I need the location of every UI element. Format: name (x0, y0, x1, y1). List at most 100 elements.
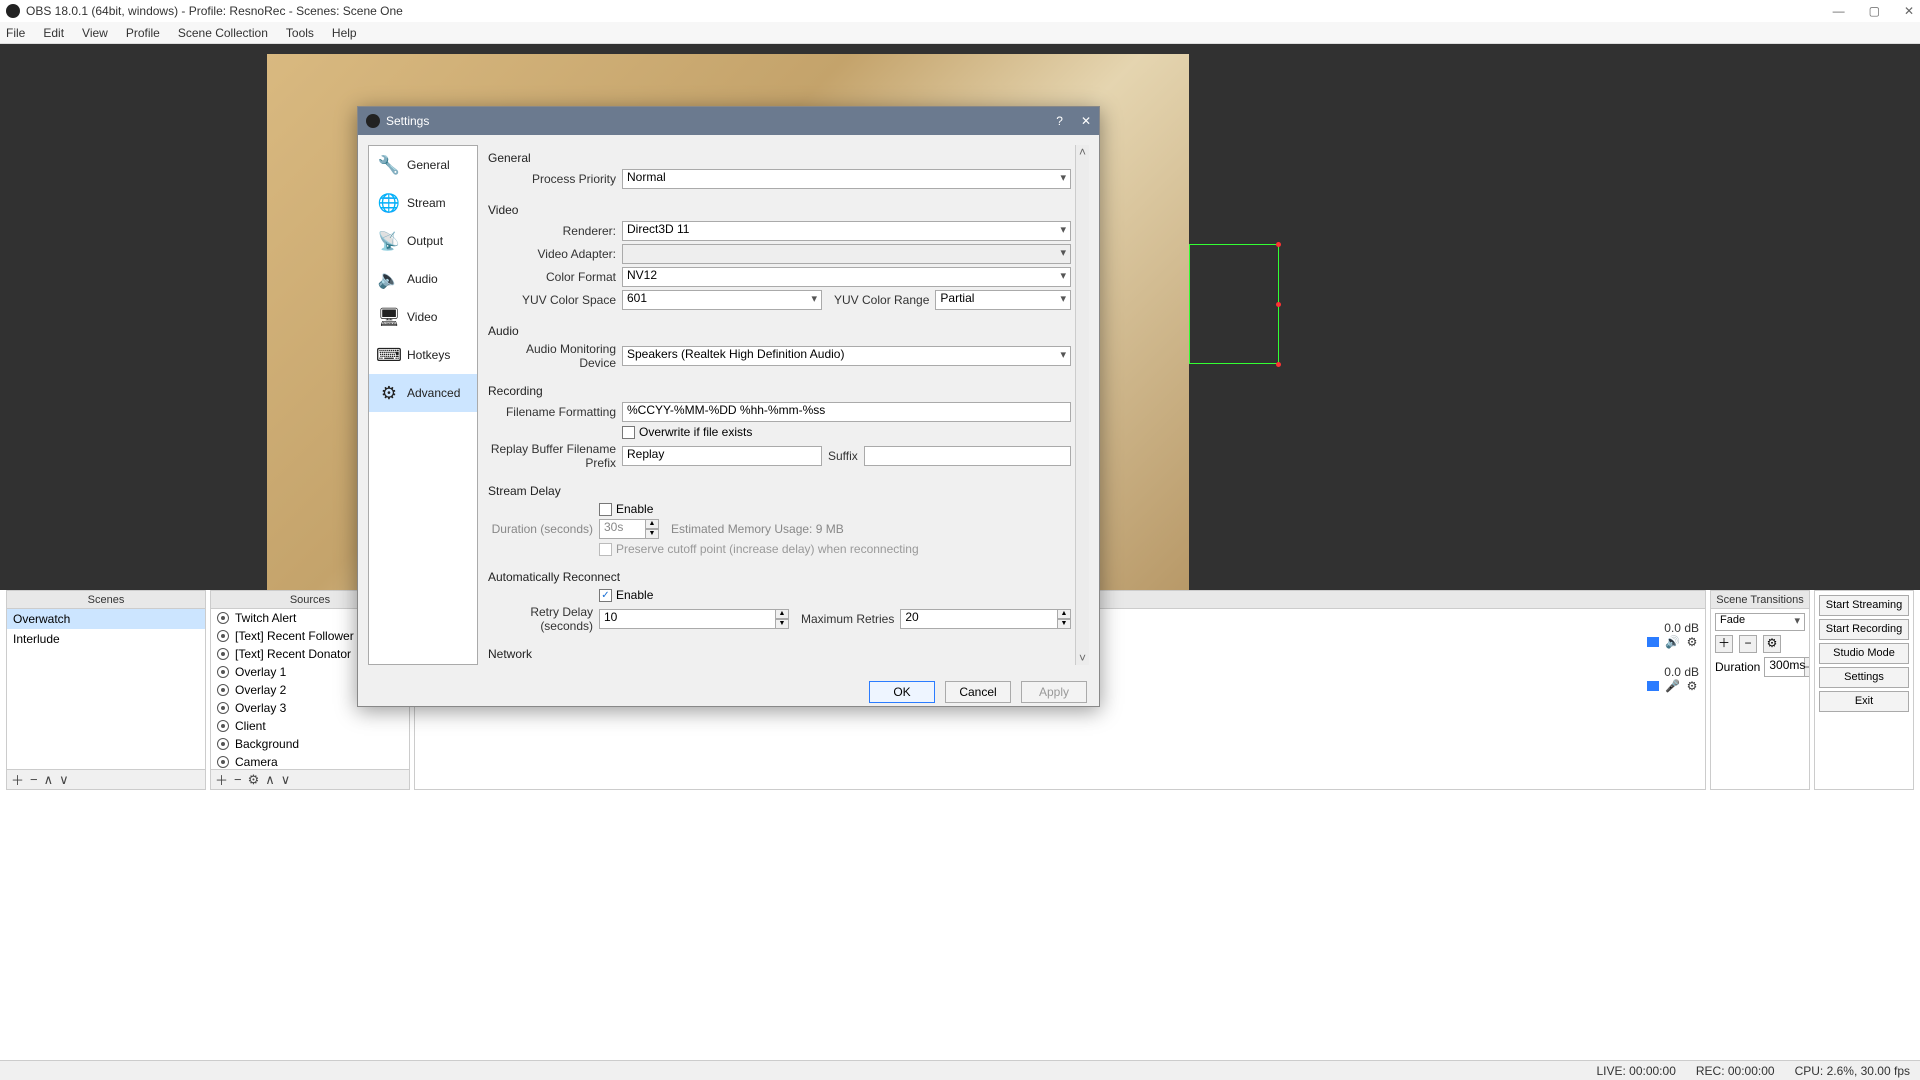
speaker-icon[interactable]: 🔊 (1665, 635, 1679, 649)
general-icon: 🔧 (375, 151, 403, 179)
sidebar-item-output[interactable]: 📡Output (369, 222, 477, 260)
transition-settings-icon[interactable]: ⚙ (1763, 635, 1781, 653)
stream-icon: 🌐 (375, 189, 403, 217)
color-format-combo[interactable]: NV12 (622, 267, 1071, 287)
delay-enable-checkbox[interactable]: Enable (599, 502, 653, 516)
mixer-channel: 🔊 ⚙ (1647, 635, 1699, 649)
menu-view[interactable]: View (82, 26, 108, 40)
spin-up-icon[interactable]: ▲ (775, 609, 789, 619)
app-logo-icon (6, 4, 20, 18)
replay-prefix-label: Replay Buffer Filename Prefix (488, 442, 616, 470)
titlebar: OBS 18.0.1 (64bit, windows) - Profile: R… (0, 0, 1920, 22)
process-priority-combo[interactable]: Normal (622, 169, 1071, 189)
sidebar-item-advanced[interactable]: ⚙Advanced (369, 374, 477, 412)
sidebar-item-audio[interactable]: 🔈Audio (369, 260, 477, 298)
menu-profile[interactable]: Profile (126, 26, 160, 40)
sidebar-item-hotkeys[interactable]: ⌨Hotkeys (369, 336, 477, 374)
gear-icon[interactable]: ⚙ (1685, 679, 1699, 693)
delay-duration-label: Duration (seconds) (488, 522, 593, 536)
minimize-icon[interactable]: — (1833, 4, 1845, 18)
menu-tools[interactable]: Tools (286, 26, 314, 40)
sidebar-item-stream[interactable]: 🌐Stream (369, 184, 477, 222)
gear-icon[interactable]: ⚙ (1685, 635, 1699, 649)
scroll-down-icon[interactable]: ˅ (1079, 651, 1086, 665)
selection-handle[interactable] (1276, 242, 1281, 247)
volume-bar-icon[interactable] (1647, 681, 1659, 691)
visibility-icon[interactable] (217, 702, 229, 714)
source-item[interactable]: Camera (211, 753, 409, 769)
max-retries-label: Maximum Retries (801, 612, 894, 626)
remove-transition-icon[interactable]: − (1739, 635, 1757, 653)
mixer-channel: 0.0 dB (1639, 621, 1699, 635)
menu-file[interactable]: File (6, 26, 25, 40)
yuv-range-combo[interactable]: Partial (935, 290, 1071, 310)
duration-input[interactable]: 300ms (1764, 657, 1804, 677)
replay-prefix-input[interactable]: Replay (622, 446, 822, 466)
start-streaming-button[interactable]: Start Streaming (1819, 595, 1909, 616)
ok-button[interactable]: OK (869, 681, 935, 703)
scene-item[interactable]: Overwatch (7, 609, 205, 629)
mixer-channel: 🎤 ⚙ (1647, 679, 1699, 693)
settings-button[interactable]: Settings (1819, 667, 1909, 688)
yuv-space-combo[interactable]: 601 (622, 290, 822, 310)
move-down-icon[interactable]: ∨ (59, 772, 69, 788)
studio-mode-button[interactable]: Studio Mode (1819, 643, 1909, 664)
settings-scroll-area[interactable]: General Process Priority Normal Video Re… (488, 145, 1075, 665)
selection-handle[interactable] (1276, 362, 1281, 367)
add-source-icon[interactable]: ＋ (215, 770, 228, 789)
source-item[interactable]: Client (211, 717, 409, 735)
visibility-icon[interactable] (217, 738, 229, 750)
move-down-icon[interactable]: ∨ (281, 772, 291, 788)
dialog-titlebar[interactable]: Settings ? ✕ (358, 107, 1099, 135)
source-item[interactable]: Background (211, 735, 409, 753)
reconnect-enable-checkbox[interactable]: ✓Enable (599, 588, 653, 602)
remove-source-icon[interactable]: − (234, 772, 242, 787)
mic-mute-icon[interactable]: 🎤 (1665, 679, 1679, 693)
overwrite-checkbox[interactable]: Overwrite if file exists (622, 425, 752, 439)
visibility-icon[interactable] (217, 756, 229, 768)
mixer-channel: 0.0 dB (1639, 665, 1699, 679)
spin-down-icon[interactable]: ▼ (1057, 619, 1071, 629)
scene-item[interactable]: Interlude (7, 629, 205, 649)
retry-delay-label: Retry Delay (seconds) (488, 605, 593, 633)
sidebar-item-video[interactable]: 🖥Video (369, 298, 477, 336)
menu-help[interactable]: Help (332, 26, 357, 40)
maximize-icon[interactable]: ▢ (1869, 4, 1880, 18)
visibility-icon[interactable] (217, 666, 229, 678)
selection-handle[interactable] (1276, 302, 1281, 307)
add-transition-icon[interactable]: ＋ (1715, 635, 1733, 653)
cancel-button[interactable]: Cancel (945, 681, 1011, 703)
move-up-icon[interactable]: ∧ (44, 772, 54, 788)
move-up-icon[interactable]: ∧ (265, 772, 275, 788)
add-scene-icon[interactable]: ＋ (11, 770, 24, 789)
scroll-up-icon[interactable]: ˄ (1079, 145, 1086, 159)
start-recording-button[interactable]: Start Recording (1819, 619, 1909, 640)
visibility-icon[interactable] (217, 648, 229, 660)
menu-edit[interactable]: Edit (43, 26, 64, 40)
exit-button[interactable]: Exit (1819, 691, 1909, 712)
filename-format-input[interactable]: %CCYY-%MM-%DD %hh-%mm-%ss (622, 402, 1071, 422)
mon-device-combo[interactable]: Speakers (Realtek High Definition Audio) (622, 346, 1071, 366)
visibility-icon[interactable] (217, 630, 229, 642)
menu-scene-collection[interactable]: Scene Collection (178, 26, 268, 40)
visibility-icon[interactable] (217, 720, 229, 732)
remove-scene-icon[interactable]: − (30, 772, 38, 787)
suffix-input[interactable] (864, 446, 1071, 466)
visibility-icon[interactable] (217, 612, 229, 624)
retry-delay-input[interactable]: 10 (599, 609, 775, 629)
volume-bar-icon[interactable] (1647, 637, 1659, 647)
close-icon[interactable]: ✕ (1081, 114, 1091, 128)
source-properties-icon[interactable]: ⚙ (248, 772, 260, 788)
section-network: Network (488, 647, 1071, 661)
scrollbar[interactable]: ˄ ˅ (1075, 145, 1089, 665)
transition-select[interactable]: Fade (1715, 613, 1805, 631)
selection-rect[interactable] (1189, 244, 1279, 364)
spin-up-icon[interactable]: ▲ (1057, 609, 1071, 619)
renderer-combo[interactable]: Direct3D 11 (622, 221, 1071, 241)
close-icon[interactable]: ✕ (1904, 4, 1914, 18)
sidebar-item-general[interactable]: 🔧General (369, 146, 477, 184)
max-retries-input[interactable]: 20 (900, 609, 1057, 629)
visibility-icon[interactable] (217, 684, 229, 696)
spin-down-icon[interactable]: ▼ (775, 619, 789, 629)
help-icon[interactable]: ? (1056, 114, 1063, 128)
